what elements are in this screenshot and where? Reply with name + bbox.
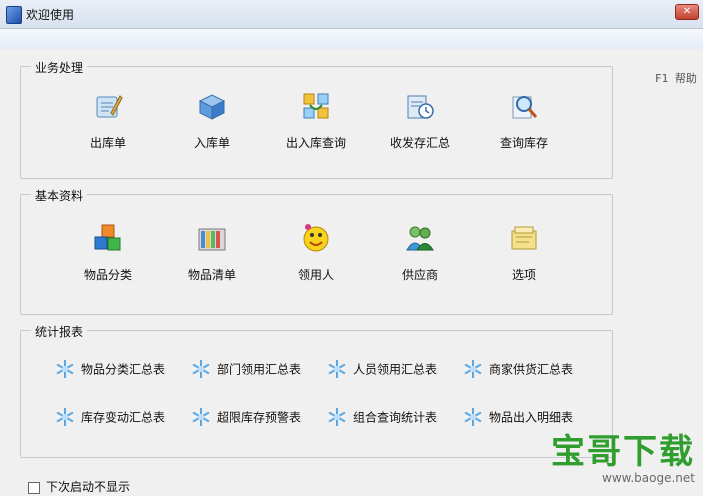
item-list-button[interactable]: 物品清单: [160, 223, 264, 293]
snowflake-icon: [192, 408, 210, 426]
dont-show-again[interactable]: 下次启动不显示: [28, 478, 130, 495]
report-merchant-supply[interactable]: 商家供货汇总表: [463, 359, 573, 379]
group-reports: 统计报表 物品分类汇总表 部门领用汇总表 人员领用汇总表 商家供货汇总表 库存变…: [20, 323, 613, 458]
stock-in-icon: [198, 94, 226, 120]
watermark: 宝哥下载 www.baoge.net: [551, 435, 695, 485]
report-category-summary[interactable]: 物品分类汇总表: [55, 359, 165, 379]
report-label: 人员领用汇总表: [353, 362, 438, 377]
watermark-text: 宝哥下载: [551, 432, 695, 472]
header-band: [0, 29, 703, 49]
close-button[interactable]: ✕: [675, 4, 699, 20]
summary-button[interactable]: 收发存汇总: [368, 91, 472, 161]
dont-show-checkbox[interactable]: [28, 481, 40, 494]
supplier-icon: [406, 226, 434, 251]
report-stock-alert[interactable]: 超限库存预警表: [191, 407, 301, 427]
options-label: 选项: [511, 268, 536, 282]
category-button[interactable]: 物品分类: [56, 223, 160, 293]
category-label: 物品分类: [83, 268, 132, 282]
options-icon: [511, 226, 537, 250]
report-combined-query[interactable]: 组合查询统计表: [327, 407, 437, 427]
group-title: 业务处理: [31, 59, 88, 76]
supplier-button[interactable]: 供应商: [368, 223, 472, 293]
stock-out-label: 出库单: [89, 136, 126, 150]
category-icon: [94, 224, 121, 251]
report-label: 商家供货汇总表: [489, 362, 574, 377]
snowflake-icon: [328, 360, 346, 378]
window-title: 欢迎使用: [26, 8, 75, 22]
item-list-label: 物品清单: [187, 268, 236, 282]
snowflake-icon: [464, 360, 482, 378]
stock-in-button[interactable]: 入库单: [160, 91, 264, 161]
report-stock-change[interactable]: 库存变动汇总表: [55, 407, 165, 427]
app-icon: [6, 6, 22, 24]
report-label: 部门领用汇总表: [217, 362, 302, 377]
watermark-url: www.baoge.net: [602, 471, 695, 485]
summary-label: 收发存汇总: [389, 136, 450, 150]
report-item-inout-detail[interactable]: 物品出入明细表: [463, 407, 573, 427]
inout-query-button[interactable]: 出入库查询: [264, 91, 368, 161]
report-label: 超限库存预警表: [217, 410, 302, 425]
group-business: 业务处理 出库单 入库单 出入库查询 收发存汇总 查询库存: [20, 59, 613, 179]
report-label: 物品出入明细表: [489, 410, 574, 425]
title-bar: 欢迎使用 ✕: [0, 0, 703, 29]
report-label: 组合查询统计表: [353, 410, 438, 425]
stock-in-label: 入库单: [193, 136, 230, 150]
inventory-search-icon: [512, 96, 538, 119]
supplier-label: 供应商: [401, 268, 438, 282]
options-button[interactable]: 选项: [472, 223, 576, 293]
snowflake-icon: [56, 360, 74, 378]
recipient-button[interactable]: 领用人: [264, 223, 368, 293]
group-basic-data: 基本资料 物品分类 物品清单 领用人 供应商 选项: [20, 187, 613, 315]
snowflake-icon: [328, 408, 346, 426]
snowflake-icon: [56, 408, 74, 426]
report-person-usage[interactable]: 人员领用汇总表: [327, 359, 437, 379]
inout-query-label: 出入库查询: [285, 136, 346, 150]
group-title: 统计报表: [31, 323, 88, 340]
help-hint[interactable]: F1 帮助: [655, 70, 697, 86]
dont-show-label: 下次启动不显示: [46, 480, 131, 494]
summary-icon: [407, 95, 434, 119]
recipient-icon: [303, 224, 329, 252]
report-label: 物品分类汇总表: [81, 362, 166, 377]
snowflake-icon: [192, 360, 210, 378]
report-label: 库存变动汇总表: [81, 410, 166, 425]
inventory-search-label: 查询库存: [499, 136, 548, 150]
report-department-usage[interactable]: 部门领用汇总表: [191, 359, 301, 379]
stock-out-icon: [96, 95, 123, 118]
inventory-search-button[interactable]: 查询库存: [472, 91, 576, 161]
inout-query-icon: [303, 93, 329, 119]
snowflake-icon: [464, 408, 482, 426]
item-list-icon: [198, 228, 226, 251]
group-title: 基本资料: [31, 187, 88, 204]
stock-out-button[interactable]: 出库单: [56, 91, 160, 161]
recipient-label: 领用人: [297, 268, 334, 282]
